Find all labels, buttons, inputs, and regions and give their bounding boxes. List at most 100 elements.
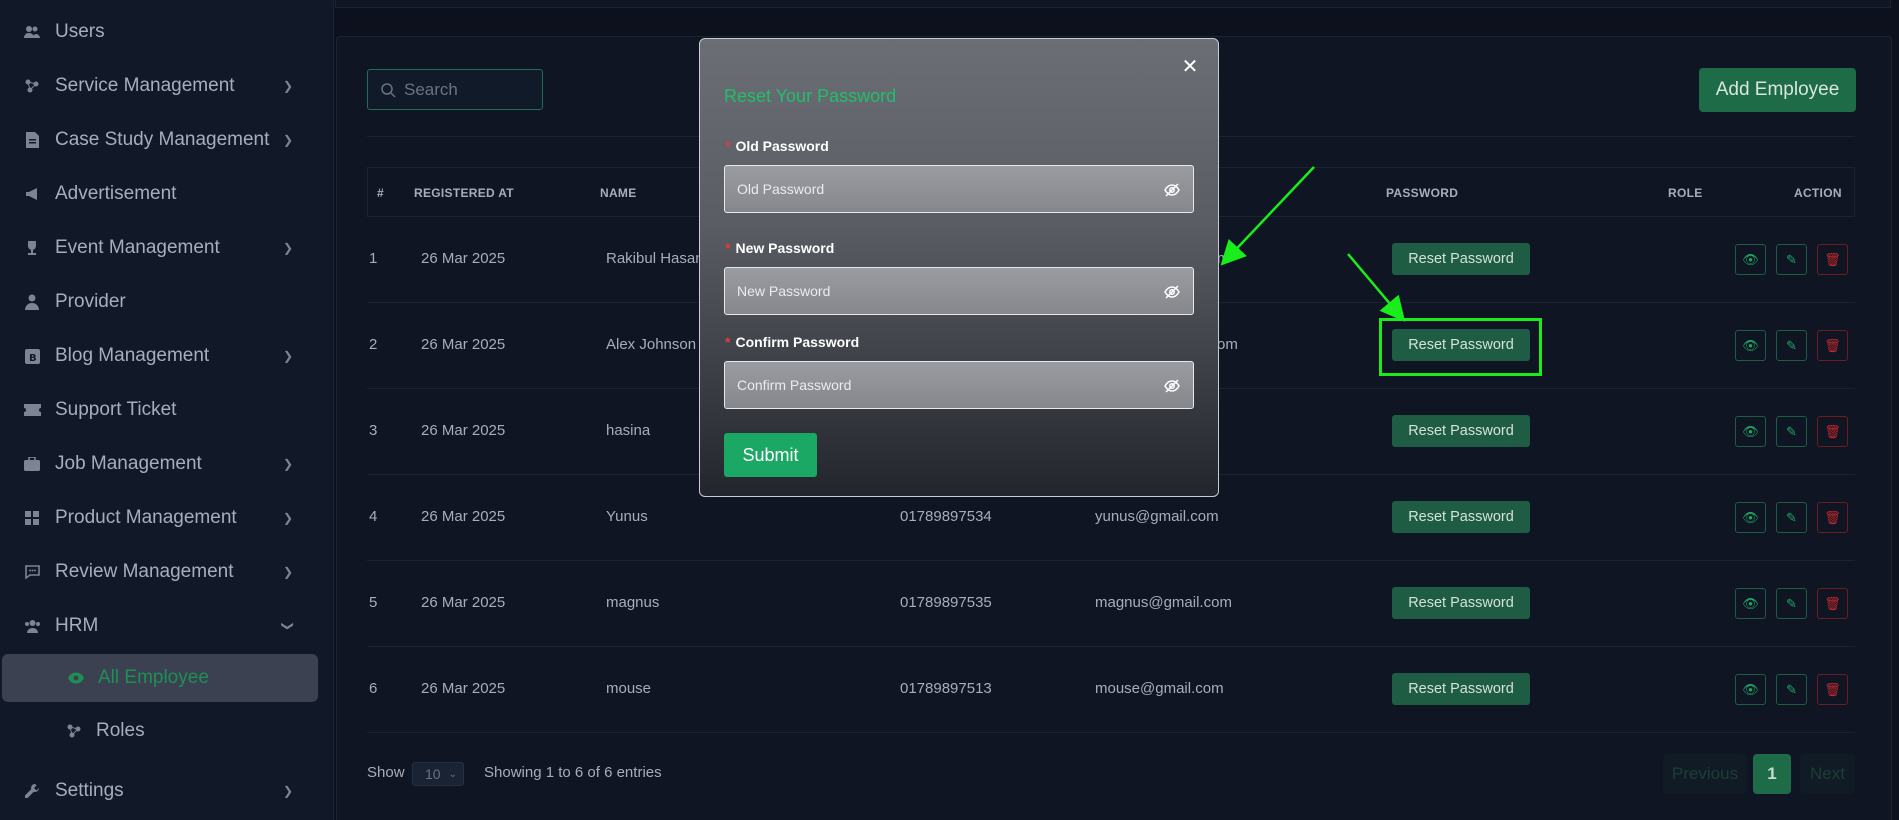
edit-button[interactable]: ✎ bbox=[1776, 416, 1807, 447]
view-button[interactable]: 👁 bbox=[1735, 330, 1766, 361]
sidebar-item-review-management[interactable]: Review Management ❯ bbox=[0, 547, 334, 597]
chevron-right-icon: ❯ bbox=[282, 349, 294, 363]
sidebar-item-roles[interactable]: Roles bbox=[0, 707, 320, 755]
cell-num: 4 bbox=[369, 508, 378, 525]
delete-button[interactable]: 🗑 bbox=[1817, 588, 1848, 619]
sidebar-item-advertisement[interactable]: Advertisement bbox=[0, 169, 334, 219]
cell-registered: 26 Mar 2025 bbox=[421, 680, 506, 697]
view-button[interactable]: 👁 bbox=[1735, 416, 1766, 447]
chevron-down-icon: ⌄ bbox=[448, 768, 457, 780]
close-icon[interactable]: ✕ bbox=[1180, 56, 1200, 78]
sidebar-item-event-management[interactable]: Event Management ❯ bbox=[0, 223, 334, 273]
pencil-icon: ✎ bbox=[1786, 595, 1797, 611]
view-button[interactable]: 👁 bbox=[1735, 674, 1766, 705]
eye-icon: 👁 bbox=[1742, 681, 1759, 697]
sidebar-item-support-ticket[interactable]: Support Ticket bbox=[0, 385, 334, 435]
delete-button[interactable]: 🗑 bbox=[1817, 244, 1848, 275]
megaphone-icon bbox=[22, 184, 42, 204]
sidebar-item-label: Event Management bbox=[55, 237, 220, 258]
add-employee-button[interactable]: Add Employee bbox=[1699, 68, 1856, 112]
sidebar-item-label: Roles bbox=[96, 720, 145, 741]
edit-button[interactable]: ✎ bbox=[1776, 674, 1807, 705]
search-input[interactable]: Search bbox=[367, 69, 543, 110]
edit-button[interactable]: ✎ bbox=[1776, 244, 1807, 275]
sidebar-item-label: HRM bbox=[55, 615, 99, 636]
sidebar-item-label: Product Management bbox=[55, 507, 237, 528]
search-placeholder: Search bbox=[404, 79, 458, 99]
wrench-icon bbox=[22, 781, 42, 801]
sidebar-item-label: Service Management bbox=[55, 75, 235, 96]
chevron-right-icon: ❯ bbox=[282, 457, 294, 471]
page-size-select[interactable]: 10 ⌄ bbox=[412, 762, 464, 786]
cell-registered: 26 Mar 2025 bbox=[421, 336, 506, 353]
cell-phone: 01789897534 bbox=[900, 508, 992, 525]
cell-email: yunus@gmail.com bbox=[1095, 508, 1219, 525]
required-mark: * bbox=[725, 138, 731, 154]
old-password-input[interactable]: Old Password bbox=[724, 165, 1194, 213]
edit-button[interactable]: ✎ bbox=[1776, 330, 1807, 361]
grid-icon bbox=[22, 508, 42, 528]
reset-password-button[interactable]: Reset Password bbox=[1392, 243, 1530, 275]
view-button[interactable]: 👁 bbox=[1735, 588, 1766, 619]
search-icon bbox=[381, 82, 396, 98]
sidebar-item-settings[interactable]: Settings ❯ bbox=[0, 766, 334, 816]
pencil-icon: ✎ bbox=[1786, 251, 1797, 267]
cell-email: magnus@gmail.com bbox=[1095, 594, 1232, 611]
sidebar-item-label: Blog Management bbox=[55, 345, 210, 366]
edit-button[interactable]: ✎ bbox=[1776, 502, 1807, 533]
sidebar-item-job-management[interactable]: Job Management ❯ bbox=[0, 439, 334, 489]
service-icon bbox=[22, 76, 42, 96]
cell-registered: 26 Mar 2025 bbox=[421, 594, 506, 611]
top-card-edge bbox=[335, 0, 1891, 8]
comment-icon bbox=[22, 562, 42, 582]
delete-button[interactable]: 🗑 bbox=[1817, 330, 1848, 361]
confirm-password-placeholder: Confirm Password bbox=[737, 377, 852, 393]
trash-icon: 🗑 bbox=[1824, 681, 1841, 697]
reset-password-button[interactable]: Reset Password bbox=[1392, 415, 1530, 447]
delete-button[interactable]: 🗑 bbox=[1817, 674, 1848, 705]
pencil-icon: ✎ bbox=[1786, 423, 1797, 439]
next-page-button[interactable]: Next bbox=[1800, 754, 1855, 794]
eye-icon: 👁 bbox=[1742, 423, 1759, 439]
sidebar-item-blog-management[interactable]: B Blog Management ❯ bbox=[0, 331, 334, 381]
sidebar-item-users[interactable]: Users bbox=[0, 7, 334, 57]
sidebar-item-label: Advertisement bbox=[55, 183, 177, 204]
view-button[interactable]: 👁 bbox=[1735, 502, 1766, 533]
reset-password-button[interactable]: Reset Password bbox=[1392, 673, 1530, 705]
blog-icon: B bbox=[22, 346, 42, 366]
reset-password-button[interactable]: Reset Password bbox=[1392, 501, 1530, 533]
pencil-icon: ✎ bbox=[1786, 509, 1797, 525]
edit-button[interactable]: ✎ bbox=[1776, 588, 1807, 619]
view-button[interactable]: 👁 bbox=[1735, 244, 1766, 275]
page-number-button[interactable]: 1 bbox=[1753, 754, 1791, 794]
cell-phone: 01789897513 bbox=[900, 680, 992, 697]
confirm-password-input[interactable]: Confirm Password bbox=[724, 361, 1194, 409]
team-icon bbox=[22, 616, 42, 636]
header-role: ROLE bbox=[1668, 186, 1703, 200]
sidebar-item-case-study-management[interactable]: Case Study Management ❯ bbox=[0, 115, 334, 165]
eye-slash-icon[interactable] bbox=[1163, 377, 1181, 395]
sidebar-item-provider[interactable]: Provider bbox=[0, 277, 334, 327]
show-label: Show bbox=[367, 764, 405, 781]
old-password-label: * Old Password bbox=[725, 138, 829, 154]
submit-button[interactable]: Submit bbox=[724, 433, 817, 477]
new-password-input[interactable]: New Password bbox=[724, 267, 1194, 315]
sidebar-item-service-management[interactable]: Service Management ❯ bbox=[0, 61, 334, 111]
table-row: 5 26 Mar 2025 magnus 01789897535 magnus@… bbox=[367, 561, 1855, 647]
sidebar-item-all-employee[interactable]: All Employee bbox=[2, 654, 318, 702]
eye-slash-icon[interactable] bbox=[1163, 181, 1181, 199]
svg-text:B: B bbox=[29, 353, 37, 364]
sidebar-item-hrm[interactable]: HRM ❯ bbox=[0, 601, 334, 651]
cell-num: 6 bbox=[369, 680, 378, 697]
previous-page-button[interactable]: Previous bbox=[1663, 754, 1747, 794]
sidebar-item-label: Settings bbox=[55, 780, 124, 801]
eye-slash-icon[interactable] bbox=[1163, 283, 1181, 301]
cell-registered: 26 Mar 2025 bbox=[421, 508, 506, 525]
sidebar-item-label: Job Management bbox=[55, 453, 202, 474]
delete-button[interactable]: 🗑 bbox=[1817, 416, 1848, 447]
header-password: PASSWORD bbox=[1386, 186, 1459, 200]
delete-button[interactable]: 🗑 bbox=[1817, 502, 1848, 533]
sidebar-item-label: Case Study Management bbox=[55, 129, 270, 150]
reset-password-button[interactable]: Reset Password bbox=[1392, 587, 1530, 619]
sidebar-item-product-management[interactable]: Product Management ❯ bbox=[0, 493, 334, 543]
